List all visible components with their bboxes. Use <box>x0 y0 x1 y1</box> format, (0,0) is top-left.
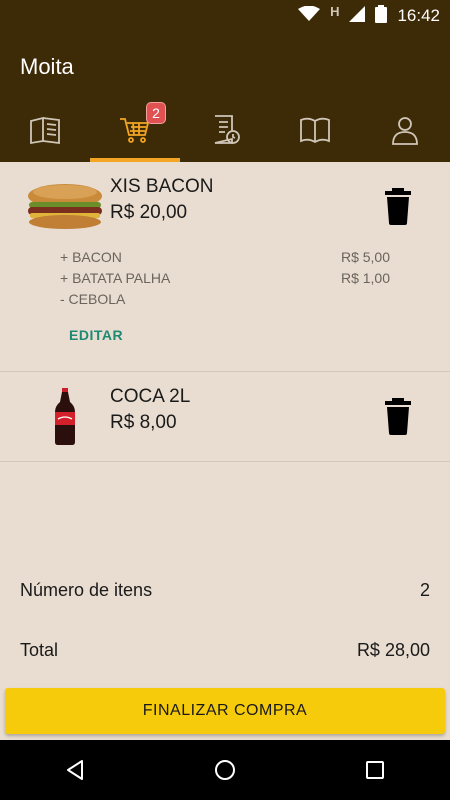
status-bar: H 16:42 <box>0 0 450 32</box>
tab-bar: 2 <box>0 102 450 162</box>
extra-price: R$ 1,00 <box>340 270 390 286</box>
app-bar: Moita 2 <box>0 32 450 162</box>
items-count-value: 2 <box>419 580 430 600</box>
back-icon <box>67 760 83 780</box>
cart-item: XIS BACON R$ 20,00 + BACON R$ 5,00 + BAT… <box>0 162 450 372</box>
home-button[interactable] <box>210 755 240 785</box>
item-extra: + BACON R$ 5,00 <box>60 249 390 265</box>
user-icon <box>388 113 422 152</box>
signal-icon <box>349 5 366 27</box>
app-title: Moita <box>20 54 74 79</box>
burger-image <box>24 182 106 230</box>
trash-icon <box>385 188 411 225</box>
total-row: Total R$ 28,00 <box>20 640 430 661</box>
order-history-icon <box>208 113 242 152</box>
extra-label: + BATATA PALHA <box>60 270 171 286</box>
system-nav-bar <box>0 740 450 800</box>
extra-label: + BACON <box>60 249 122 265</box>
item-name: XIS BACON <box>110 176 214 197</box>
tab-profile[interactable] <box>360 102 450 162</box>
menu-book-icon <box>28 113 62 152</box>
delete-item-button[interactable] <box>380 396 416 436</box>
extra-label: - CEBOLA <box>60 291 126 307</box>
cart-item: COCA 2L R$ 8,00 <box>0 372 450 462</box>
item-price: R$ 8,00 <box>110 412 177 433</box>
trash-icon <box>385 398 411 435</box>
recents-button[interactable] <box>360 755 390 785</box>
cart-count-badge: 2 <box>146 102 166 124</box>
items-count-label: Número de itens <box>20 580 153 600</box>
checkout-button[interactable]: FINALIZAR COMPRA <box>5 688 445 734</box>
extra-price: R$ 5,00 <box>340 249 390 265</box>
status-time: 16:42 <box>397 6 440 25</box>
item-extra: + BATATA PALHA R$ 1,00 <box>60 270 390 286</box>
total-value: R$ 28,00 <box>356 640 430 660</box>
edit-item-button[interactable]: EDITAR <box>69 327 123 343</box>
open-book-icon <box>298 113 332 152</box>
back-button[interactable] <box>60 755 90 785</box>
wifi-icon <box>298 5 321 27</box>
item-extra: - CEBOLA <box>60 291 390 307</box>
total-label: Total <box>20 640 59 660</box>
cola-bottle-image <box>52 388 78 446</box>
item-name: COCA 2L <box>110 386 191 407</box>
network-type-label: H <box>330 3 340 19</box>
battery-icon <box>375 4 388 28</box>
tab-catalog[interactable] <box>270 102 360 162</box>
delete-item-button[interactable] <box>380 186 416 226</box>
home-icon <box>215 760 235 780</box>
recents-icon <box>366 761 384 779</box>
item-price: R$ 20,00 <box>110 202 188 223</box>
items-count-row: Número de itens 2 <box>20 580 430 601</box>
tab-menu[interactable] <box>0 102 90 162</box>
tab-cart[interactable]: 2 <box>90 102 180 162</box>
tab-orders[interactable] <box>180 102 270 162</box>
